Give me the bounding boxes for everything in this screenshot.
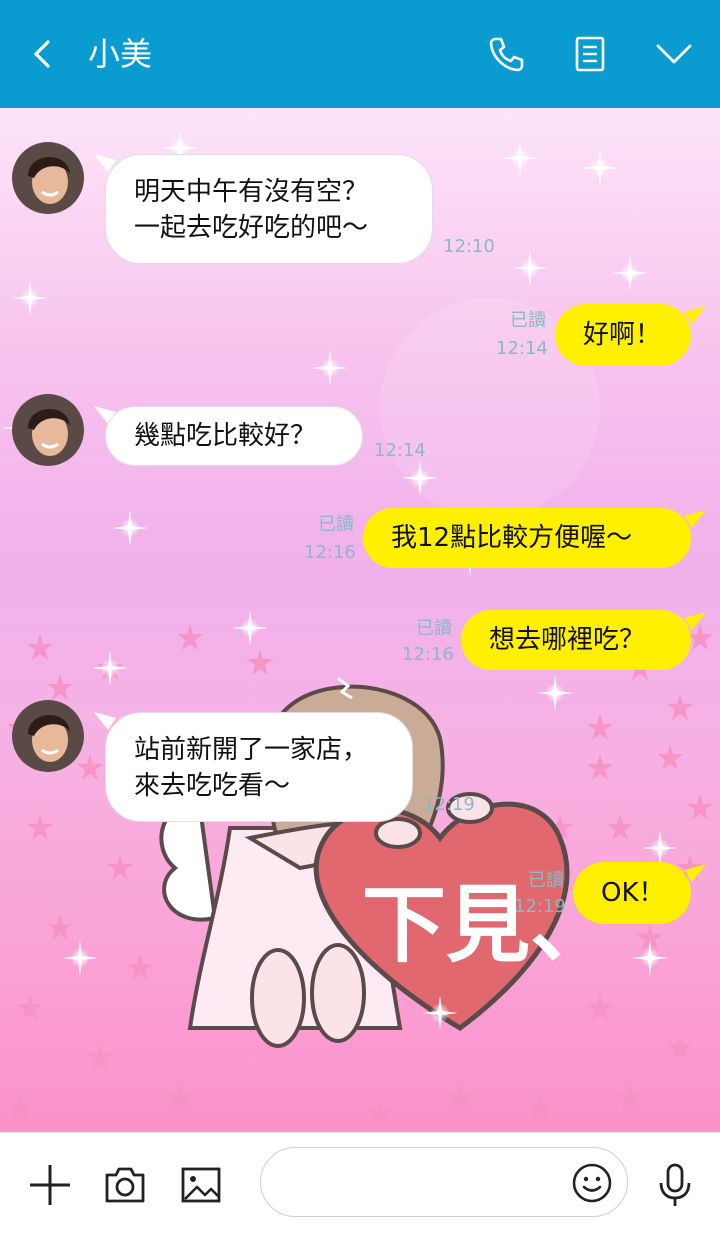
message-time: 12:14 bbox=[496, 338, 548, 359]
message-time: 12:14 bbox=[374, 440, 426, 461]
chat-area[interactable]: 下見、 明天中午有沒有空？ 一起去吃好吃的吧～ 12:10 好啊！ 已讀 12:… bbox=[0, 108, 720, 1132]
message-bubble-incoming[interactable]: 幾點吃比較好？ bbox=[105, 406, 363, 466]
message-text: 想去哪裡吃？ bbox=[489, 625, 646, 655]
emoji-icon[interactable] bbox=[571, 1162, 613, 1204]
message-text: 幾點吃比較好？ bbox=[134, 421, 317, 451]
bubble-tail bbox=[684, 306, 706, 324]
image-icon[interactable] bbox=[177, 1161, 225, 1209]
message-time: 12:19 bbox=[514, 896, 566, 917]
notes-icon[interactable] bbox=[568, 32, 612, 76]
message-time: 12:19 bbox=[423, 794, 475, 815]
contact-avatar[interactable] bbox=[12, 394, 84, 466]
phone-icon[interactable] bbox=[484, 32, 528, 76]
read-receipt: 已讀 bbox=[416, 618, 452, 639]
message-input[interactable] bbox=[285, 1162, 559, 1204]
read-receipt: 已讀 bbox=[528, 870, 564, 891]
message-bubble-outgoing[interactable]: 好啊！ bbox=[555, 304, 691, 366]
bubble-tail bbox=[684, 612, 706, 630]
message-time: 12:16 bbox=[304, 542, 356, 563]
message-text: OK！ bbox=[601, 878, 665, 908]
message-bubble-outgoing[interactable]: 我12點比較方便喔～ bbox=[363, 508, 691, 568]
message-time: 12:16 bbox=[402, 644, 454, 665]
read-receipt: 已讀 bbox=[510, 310, 546, 331]
message-text: 站前新開了一家店， bbox=[134, 735, 369, 765]
contact-avatar[interactable] bbox=[12, 700, 84, 772]
back-icon[interactable] bbox=[28, 36, 60, 72]
contact-avatar[interactable] bbox=[12, 142, 84, 214]
message-time: 12:10 bbox=[443, 236, 495, 257]
message-text: 我12點比較方便喔～ bbox=[391, 523, 633, 553]
message-text: 好啊！ bbox=[583, 320, 662, 350]
message-bubble-outgoing[interactable]: 想去哪裡吃？ bbox=[461, 610, 691, 670]
microphone-icon[interactable] bbox=[651, 1161, 699, 1209]
message-text: 來去吃吃看～ bbox=[134, 771, 291, 801]
message-bubble-incoming[interactable]: 站前新開了一家店， 來去吃吃看～ bbox=[105, 712, 413, 822]
bubble-tail bbox=[684, 864, 706, 882]
message-bubble-incoming[interactable]: 明天中午有沒有空？ 一起去吃好吃的吧～ bbox=[105, 154, 433, 264]
message-bubble-outgoing[interactable]: OK！ bbox=[573, 862, 691, 924]
bubble-tail bbox=[684, 510, 706, 528]
plus-icon[interactable] bbox=[26, 1161, 74, 1209]
chat-header: 小美 bbox=[0, 0, 720, 108]
input-bar bbox=[0, 1132, 720, 1233]
read-receipt: 已讀 bbox=[318, 514, 354, 535]
message-text: 明天中午有沒有空？ bbox=[134, 177, 369, 207]
message-text: 一起去吃好吃的吧～ bbox=[134, 213, 369, 243]
chevron-down-icon[interactable] bbox=[652, 32, 696, 76]
contact-name: 小美 bbox=[88, 35, 153, 73]
message-input-box[interactable] bbox=[260, 1147, 628, 1217]
camera-icon[interactable] bbox=[101, 1161, 149, 1209]
